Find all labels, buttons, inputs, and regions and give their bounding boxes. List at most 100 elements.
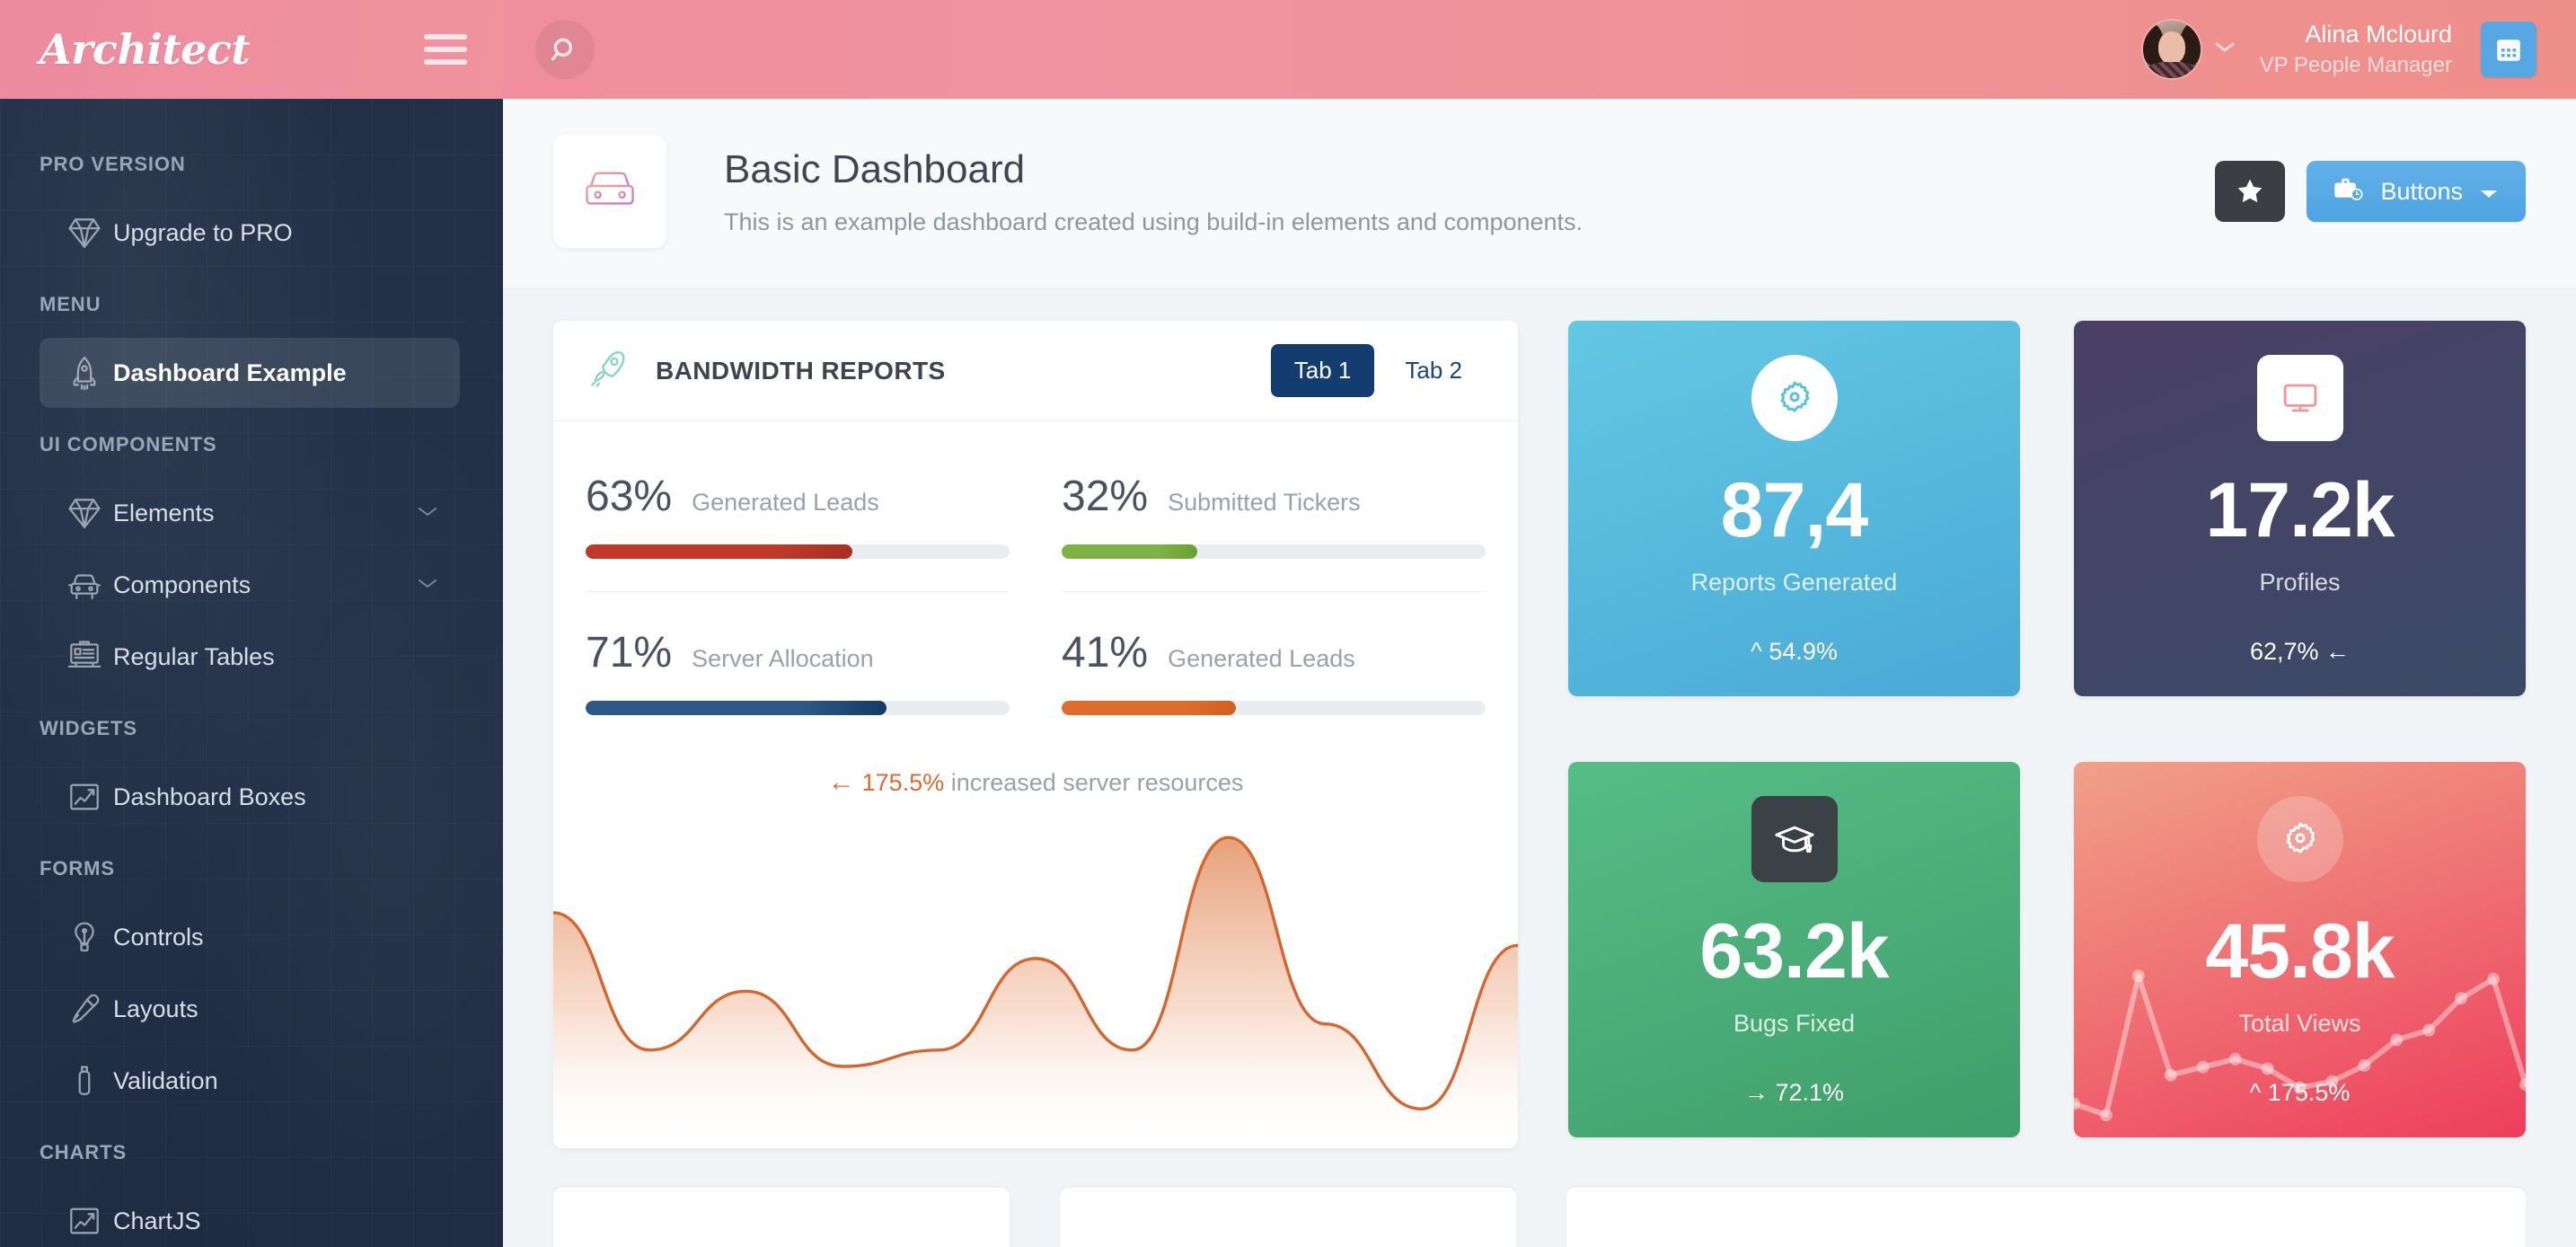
stat-caption: Profiles (2259, 569, 2341, 596)
dropper-icon (56, 990, 113, 1028)
user-identity: Alina Mclourd VP People Manager (2260, 19, 2452, 79)
user-menu[interactable]: Alina Mclourd VP People Manager (2142, 19, 2576, 79)
stat-value: 45.8k (2205, 907, 2395, 995)
stats-grid: 87,4 Reports Generated ^ 54.9% 17.2k Profil… (1568, 321, 2526, 1148)
search-icon[interactable] (535, 20, 595, 79)
brand-zone: Architect (0, 0, 503, 99)
hamburger-icon[interactable] (424, 34, 467, 65)
sidebar-item-elements[interactable]: Elements (40, 478, 460, 548)
sidebar-item-label: Upgrade to PRO (113, 218, 293, 246)
stat-value: 17.2k (2205, 467, 2395, 553)
progress-percent: 63% (586, 473, 673, 520)
sidebar-heading-forms: FORMS (40, 857, 115, 880)
chart-box-icon (56, 1202, 113, 1240)
car-icon (56, 566, 113, 604)
sidebar-item-label: Components (113, 570, 251, 598)
progress-fill (1062, 544, 1198, 559)
stat-card-profiles[interactable]: 17.2k Profiles 62,7% ← (2074, 321, 2526, 696)
monitor-icon (2256, 355, 2343, 441)
stat-delta: ^ 175.5% (2074, 1079, 2526, 1107)
stat-caption: Total Views (2238, 1009, 2361, 1037)
progress-track (586, 544, 1010, 559)
stat-delta: 62,7% ← (2074, 638, 2526, 666)
diamond-icon (56, 214, 113, 252)
stat-card-reports-generated[interactable]: 87,4 Reports Generated ^ 54.9% (1568, 321, 2020, 696)
peek-card-2[interactable] (1060, 1188, 1516, 1247)
sidebar-heading-ui-components: UI COMPONENTS (40, 433, 217, 455)
progress-item: 32% Submitted Tickers (1062, 448, 1486, 591)
sidebar-item-dashboard-boxes[interactable]: Dashboard Boxes (40, 762, 460, 832)
user-name: Alina Mclourd (2305, 21, 2452, 49)
progress-grid: 63% Generated Leads 32% Submitted Tickers 71… (553, 421, 1518, 755)
tab-tab-2[interactable]: Tab 2 (1381, 344, 1486, 397)
stat-delta-value: 54.9% (1769, 638, 1838, 665)
progress-fill (586, 544, 853, 559)
app-logo[interactable]: Architect (40, 25, 251, 74)
sidebar-item-regular-tables[interactable]: Regular Tables (40, 622, 460, 692)
sidebar-item-label: Regular Tables (113, 642, 275, 670)
app-root: Architect Alina Mclourd VP People Manage… (0, 0, 2576, 1247)
bandwidth-reports-card: BANDWIDTH REPORTS Tab 1 Tab 2 63% Generate… (553, 321, 1518, 1148)
page-header: Basic Dashboard This is an example dashb… (503, 99, 2576, 288)
stat-card-total-views[interactable]: 45.8k Total Views ^ 175.5% (2074, 761, 2526, 1137)
rocket-icon (56, 354, 113, 392)
sidebar-item-controls[interactable]: Controls (40, 902, 460, 972)
avatar[interactable] (2142, 20, 2201, 78)
trend-arrow-icon: ^ (1751, 638, 1762, 665)
progress-fill (586, 701, 887, 715)
progress-percent: 41% (1062, 629, 1149, 677)
server-resources-note: ← 175.5% increased server resources (553, 755, 1518, 805)
sidebar-item-label: Dashboard Boxes (113, 783, 306, 810)
bandwidth-card-header: BANDWIDTH REPORTS Tab 1 Tab 2 (553, 321, 1518, 421)
buttons-button[interactable]: Buttons (2307, 161, 2526, 222)
dashboard-content: BANDWIDTH REPORTS Tab 1 Tab 2 63% Generate… (503, 288, 2576, 1148)
chevron-down-icon[interactable] (2213, 40, 2236, 58)
peek-card-1[interactable] (553, 1188, 1010, 1247)
usb-icon (56, 1062, 113, 1100)
sidebar-item-validation[interactable]: Validation (40, 1046, 460, 1116)
chevron-down-icon[interactable] (415, 504, 440, 523)
progress-label: Submitted Tickers (1168, 489, 1361, 516)
sidebar-item-upgrade-to-pro[interactable]: Upgrade to PRO (40, 198, 460, 268)
bandwidth-card-title: BANDWIDTH REPORTS (656, 356, 946, 385)
stat-delta: → 72.1% (1568, 1079, 2020, 1107)
stat-caption: Bugs Fixed (1733, 1009, 1856, 1037)
tab-tab-1[interactable]: Tab 1 (1270, 344, 1375, 397)
car-icon (553, 135, 666, 248)
table-icon (56, 638, 113, 676)
briefcase-clock-icon (2333, 175, 2364, 208)
user-role: VP People Manager (2259, 52, 2452, 77)
progress-label: Generated Leads (1168, 645, 1355, 672)
progress-label: Generated Leads (692, 489, 879, 516)
sidebar-heading-charts: CHARTS (40, 1141, 128, 1163)
progress-item: 71% Server Allocation (586, 591, 1010, 747)
progress-item: 63% Generated Leads (586, 448, 1010, 591)
sidebar-item-dashboard-example[interactable]: Dashboard Example (40, 338, 460, 408)
peek-card-3[interactable] (1566, 1188, 2526, 1247)
sidebar-heading-widgets: WIDGETS (40, 717, 137, 739)
sidebar-item-chartjs[interactable]: ChartJS (40, 1186, 460, 1247)
sidebar-item-label: Validation (113, 1066, 218, 1094)
sidebar-item-layouts[interactable]: Layouts (40, 974, 460, 1044)
chevron-down-icon[interactable] (415, 576, 440, 595)
stat-caption: Reports Generated (1690, 569, 1898, 596)
sidebar-heading-menu: MENU (40, 293, 101, 315)
server-note-value: 175.5% (861, 769, 945, 796)
star-icon[interactable] (2215, 161, 2286, 222)
page-actions: Buttons (2215, 161, 2526, 222)
progress-fill (1062, 701, 1236, 715)
stat-card-bugs-fixed[interactable]: 63.2k Bugs Fixed → 72.1% (1568, 761, 2020, 1137)
bottom-card-row (503, 1148, 2576, 1247)
sidebar: PRO VERSION Upgrade to PRO MENU Dashboard E… (0, 99, 503, 1247)
bulb-icon (56, 918, 113, 956)
bandwidth-tabs: Tab 1 Tab 2 (1270, 344, 1486, 397)
stat-delta-value: 62,7% (2249, 638, 2319, 665)
rocket-icon (586, 346, 631, 395)
sidebar-item-label: ChartJS (113, 1207, 201, 1234)
calendar-icon[interactable] (2481, 21, 2536, 77)
server-note-text: increased server resources (944, 769, 1244, 796)
progress-track (1062, 544, 1486, 559)
gear-icon (2256, 795, 2343, 882)
page-subtitle: This is an example dashboard created usi… (724, 208, 1584, 235)
sidebar-item-components[interactable]: Components (40, 550, 460, 620)
